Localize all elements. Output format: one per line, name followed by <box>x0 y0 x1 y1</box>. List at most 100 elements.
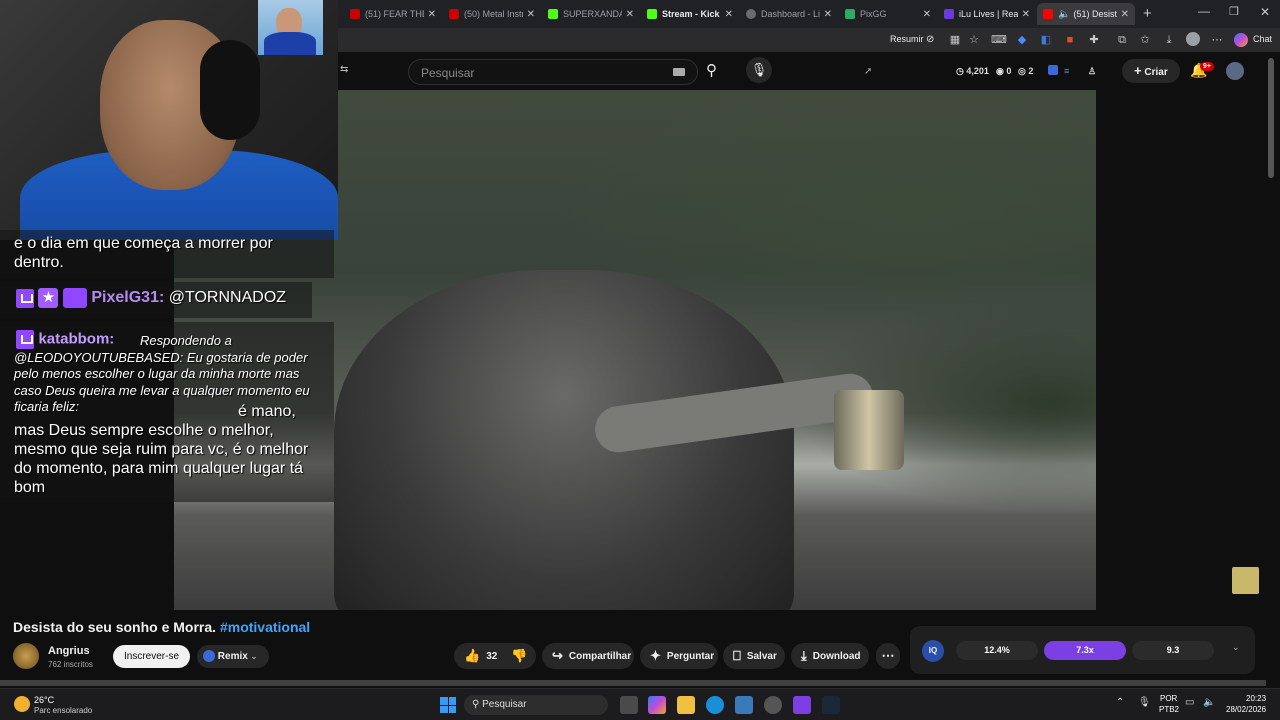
summary-icon: ⊘ <box>926 34 935 45</box>
stat-b: ◎ 2 <box>1018 66 1034 76</box>
subscribe-button[interactable]: Inscrever-se <box>113 645 190 668</box>
hashtag-link[interactable]: #motivational <box>220 619 310 635</box>
file-explorer-icon[interactable] <box>677 696 695 714</box>
minimize-icon[interactable]: — <box>1198 4 1210 18</box>
channel-name[interactable]: Angrius <box>48 645 90 657</box>
download-icon: ⤓ <box>801 648 807 663</box>
extension-icon[interactable]: ▦ <box>948 33 962 47</box>
restore-icon[interactable]: ❐ <box>1229 5 1239 18</box>
photos-icon[interactable] <box>735 696 753 714</box>
favorites-icon[interactable]: ✩ <box>1138 33 1152 47</box>
settings-app-icon[interactable] <box>764 696 782 714</box>
account-avatar[interactable] <box>1226 62 1244 80</box>
youtube-icon <box>350 9 360 19</box>
profile-avatar[interactable] <box>1186 32 1200 46</box>
lines-icon[interactable]: ≡ <box>1064 66 1069 76</box>
taskbar-search[interactable]: ⚲ Pesquisar <box>464 695 608 715</box>
resumir-button[interactable]: Resumir ⊘ <box>890 34 934 45</box>
close-icon[interactable]: ✕ <box>824 9 832 20</box>
menu-icon[interactable]: ⇆ <box>340 64 348 75</box>
iq-icon[interactable]: IQ <box>922 640 944 662</box>
more-menu-icon[interactable]: ⋯ <box>1210 33 1224 47</box>
close-icon[interactable]: ✕ <box>1022 9 1030 20</box>
tab-ilu-lives[interactable]: iLu Lives | React✕ <box>938 3 1036 25</box>
new-tab-icon[interactable]: + <box>1143 5 1152 22</box>
window-close-icon[interactable]: ✕ <box>1260 5 1270 19</box>
save-button[interactable]: ⎕ Salvar <box>723 643 785 669</box>
speaker-icon[interactable]: 🔈 <box>1058 9 1070 20</box>
search-input[interactable]: Pesquisar <box>408 59 698 85</box>
notification-badge: 9+ <box>1200 62 1214 71</box>
close-icon[interactable]: ✕ <box>626 9 634 20</box>
tab-pixgg[interactable]: PixGG ✕ <box>839 3 937 25</box>
steam-icon[interactable] <box>822 696 840 714</box>
close-icon[interactable]: ✕ <box>527 9 535 20</box>
microphone-icon[interactable]: 🎙 <box>746 57 772 83</box>
download-button[interactable]: ⤓ Download <box>791 643 869 669</box>
more-icon: ⋯ <box>881 648 895 663</box>
language-indicator[interactable]: POR <box>1160 694 1177 703</box>
thumbs-down-icon[interactable]: 👎 <box>511 648 527 664</box>
chat-badge-icon <box>62 288 87 308</box>
volume-icon[interactable]: 🔈 <box>1203 697 1215 708</box>
favorite-star-icon[interactable]: ☆ <box>967 33 981 47</box>
shield-icon[interactable]: ◆ <box>1015 33 1029 47</box>
iq-icon[interactable] <box>1048 65 1058 75</box>
keyboard-layout[interactable]: PTB2 <box>1159 705 1179 714</box>
weather-icon[interactable] <box>14 696 30 712</box>
plus-icon: + <box>1134 63 1142 78</box>
search-icon[interactable]: ⚲ <box>706 61 717 79</box>
horizontal-scrollbar[interactable] <box>0 680 1266 686</box>
tab-desista[interactable]: 🔈 (51) Desista✕ <box>1037 3 1135 25</box>
chat-text: @TORNNADOZ <box>168 289 287 307</box>
close-icon[interactable]: ✕ <box>923 9 931 20</box>
edge-icon[interactable] <box>706 696 724 714</box>
channel-watermark[interactable] <box>1232 567 1259 594</box>
tab-dashboard-live[interactable]: Dashboard - Live✕ <box>740 3 838 25</box>
share-button[interactable]: ↪ Compartilhar <box>542 643 634 669</box>
scrollbar[interactable] <box>1268 58 1274 178</box>
task-view-icon[interactable] <box>620 696 638 714</box>
sparkle-icon: ✦ <box>650 648 661 663</box>
copilot-icon[interactable] <box>1234 33 1248 47</box>
create-button[interactable]: + Criar <box>1122 59 1180 83</box>
share-icon: ↪ <box>552 648 563 663</box>
channel-avatar[interactable] <box>13 643 39 669</box>
clock-stat: ◷ 4,201 <box>956 66 989 76</box>
office-icon[interactable]: ■ <box>1063 33 1077 47</box>
windows-taskbar: 26°C Parc ensolarado ⚲ Pesquisar ⌃ 🎙 POR… <box>0 688 1280 720</box>
split-screen-icon[interactable]: ⧉ <box>1115 33 1129 47</box>
chevron-down-icon[interactable]: ⌄ <box>1232 642 1240 653</box>
more-actions-button[interactable]: ⋯ <box>876 643 900 669</box>
translate-icon[interactable]: ◧ <box>1039 33 1053 47</box>
network-icon[interactable]: ▭ <box>1185 697 1194 708</box>
twitch-icon <box>16 288 34 308</box>
download-icon[interactable]: ⤓ <box>1162 33 1176 47</box>
puzzle-icon[interactable]: ✚ <box>1087 33 1101 47</box>
tab-superxandao[interactable]: SUPERXANDAO✕ <box>542 3 640 25</box>
youtube-icon <box>1043 9 1053 19</box>
chevron-up-icon[interactable]: ⌃ <box>1116 697 1124 708</box>
gamepad-icon[interactable]: ⌨ <box>991 33 1007 47</box>
clock-date[interactable]: 28/02/2026 <box>1226 705 1266 714</box>
tab-metal-instru[interactable]: (50) Metal Instru✕ <box>443 3 541 25</box>
keyboard-icon[interactable] <box>673 68 685 76</box>
chat-button[interactable]: Chat <box>1253 34 1272 44</box>
close-icon[interactable]: ✕ <box>725 9 733 20</box>
video-person <box>334 270 794 610</box>
tab-fear-the[interactable]: (51) FEAR THE C✕ <box>344 3 442 25</box>
remix-button[interactable]: Remix ⌄ <box>197 645 269 668</box>
chat-overlay: e o dia em que começa a morrer por dentr… <box>0 230 334 504</box>
windows-start-icon[interactable] <box>440 697 456 713</box>
close-icon[interactable]: ✕ <box>428 9 436 20</box>
close-icon[interactable]: ✕ <box>1121 9 1129 20</box>
app-icon[interactable] <box>793 696 811 714</box>
copilot-app-icon[interactable] <box>648 696 666 714</box>
award-icon[interactable]: ♙ <box>1088 66 1096 77</box>
subscriber-count: 762 inscritos <box>48 660 93 669</box>
tab-stream-kick[interactable]: Stream - Kick Da✕ <box>641 3 739 25</box>
like-button[interactable]: 👍 32 👎 <box>454 643 536 669</box>
clock-time[interactable]: 20:23 <box>1246 694 1266 703</box>
microphone-icon[interactable]: 🎙 <box>1138 697 1151 708</box>
ask-button[interactable]: ✦ Perguntar <box>640 643 718 669</box>
